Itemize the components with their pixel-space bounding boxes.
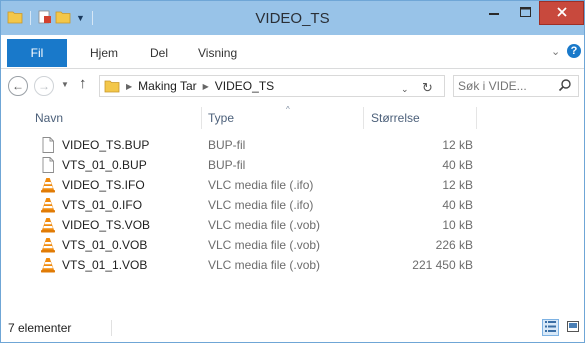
vlc-cone-icon [40, 237, 56, 253]
breadcrumb-making-tar[interactable]: Making Tar [138, 79, 196, 93]
file-size: 221 450 kB [412, 258, 473, 272]
back-arrow-icon: ← [12, 79, 24, 93]
column-divider[interactable] [476, 107, 477, 129]
blank-file-icon [40, 137, 56, 153]
vlc-cone-icon [40, 177, 56, 193]
file-type: VLC media file (.ifo) [208, 198, 314, 212]
search-box[interactable] [453, 75, 579, 97]
file-name: VTS_01_0.VOB [62, 238, 148, 252]
close-button[interactable] [539, 1, 584, 25]
search-input[interactable] [458, 78, 554, 94]
file-name: VTS_01_0.BUP [62, 158, 147, 172]
close-icon [556, 6, 567, 20]
title-bar[interactable]: ▼ VIDEO_TS [1, 1, 584, 35]
file-row[interactable]: VTS_01_1.VOB VLC media file (.vob) 221 4… [1, 255, 584, 275]
minimize-button[interactable] [479, 1, 509, 25]
file-row[interactable]: VTS_01_0.IFO VLC media file (.ifo) 40 kB [1, 195, 584, 215]
file-size: 226 kB [435, 238, 473, 252]
file-type: BUP-fil [208, 138, 246, 152]
column-headers: Navn ^ Type Størrelse [1, 105, 584, 131]
file-size: 10 kB [442, 218, 473, 232]
back-button[interactable]: ← [8, 76, 28, 96]
breadcrumb-arrow-icon[interactable]: ▶ [126, 82, 132, 91]
ribbon-tabs: Fil Hjem Del Visning ⌄ ? [1, 35, 584, 69]
file-row[interactable]: VIDEO_TS.BUP BUP-fil 12 kB [1, 135, 584, 155]
status-bar: 7 elementer [1, 315, 584, 342]
column-header-name[interactable]: Navn [35, 111, 63, 125]
sort-ascending-icon: ^ [286, 105, 290, 114]
file-size: 40 kB [442, 158, 473, 172]
address-bar[interactable]: ▶ Making Tar ▶ VIDEO_TS [99, 75, 445, 97]
status-divider [111, 320, 112, 336]
maximize-icon [519, 6, 531, 20]
tab-fil[interactable]: Fil [7, 39, 67, 67]
file-type: VLC media file (.ifo) [208, 178, 314, 192]
file-size: 12 kB [442, 138, 473, 152]
item-count: 7 elementer [8, 321, 72, 335]
blank-file-icon [40, 157, 56, 173]
file-name: VIDEO_TS.BUP [62, 138, 150, 152]
forward-arrow-icon: → [38, 79, 50, 93]
details-view-button[interactable] [542, 319, 559, 336]
large-icons-view-button[interactable] [564, 319, 581, 336]
tab-visning[interactable]: Visning [198, 39, 237, 67]
file-size: 40 kB [442, 198, 473, 212]
file-type: BUP-fil [208, 158, 246, 172]
forward-button[interactable]: → [34, 76, 54, 96]
file-name: VIDEO_TS.VOB [62, 218, 151, 232]
search-icon[interactable] [558, 78, 572, 95]
file-size: 12 kB [442, 178, 473, 192]
breadcrumb-video-ts[interactable]: VIDEO_TS [215, 79, 274, 93]
refresh-icon[interactable]: ↻ [422, 80, 433, 96]
column-header-size[interactable]: Størrelse [371, 111, 420, 125]
file-row[interactable]: VTS_01_0.VOB VLC media file (.vob) 226 k… [1, 235, 584, 255]
file-row[interactable]: VTS_01_0.BUP BUP-fil 40 kB [1, 155, 584, 175]
recent-locations-icon[interactable]: ▼ [61, 80, 69, 89]
file-type: VLC media file (.vob) [208, 238, 321, 252]
vlc-cone-icon [40, 197, 56, 213]
navigation-bar: ← → ▼ ↑ ▶ Making Tar ▶ VIDEO_TS ⌄ ↻ [1, 69, 584, 105]
tab-del[interactable]: Del [150, 39, 168, 67]
maximize-button[interactable] [510, 1, 540, 25]
column-divider[interactable] [201, 107, 202, 129]
column-divider[interactable] [363, 107, 364, 129]
vlc-cone-icon [40, 217, 56, 233]
minimize-icon [489, 6, 499, 20]
details-view-icon [545, 320, 556, 335]
up-arrow-icon[interactable]: ↑ [79, 75, 87, 92]
folder-icon [104, 79, 120, 93]
expand-ribbon-icon[interactable]: ⌄ [551, 45, 560, 58]
vlc-cone-icon [40, 257, 56, 273]
file-row[interactable]: VIDEO_TS.IFO VLC media file (.ifo) 12 kB [1, 175, 584, 195]
large-icons-view-icon [566, 320, 579, 335]
column-header-type[interactable]: Type [208, 111, 234, 125]
file-row[interactable]: VIDEO_TS.VOB VLC media file (.vob) 10 kB [1, 215, 584, 235]
address-dropdown-icon[interactable]: ⌄ [401, 84, 409, 95]
help-icon[interactable]: ? [567, 44, 581, 58]
explorer-window: ▼ VIDEO_TS Fil Hjem Del Visning ⌄ ? ← → … [0, 0, 585, 343]
file-type: VLC media file (.vob) [208, 218, 321, 232]
tab-hjem[interactable]: Hjem [90, 39, 118, 67]
file-type: VLC media file (.vob) [208, 258, 321, 272]
file-name: VTS_01_0.IFO [62, 198, 143, 212]
file-name: VIDEO_TS.IFO [62, 178, 145, 192]
breadcrumb-arrow-icon[interactable]: ▶ [203, 82, 209, 91]
file-name: VTS_01_1.VOB [62, 258, 148, 272]
